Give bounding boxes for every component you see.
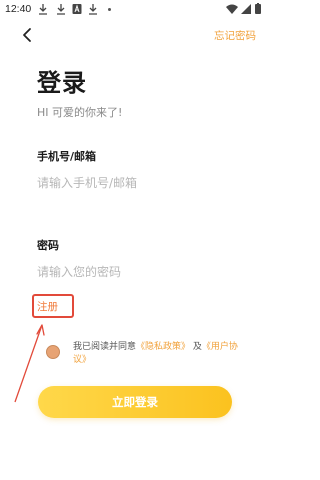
- status-time: 12:40: [5, 3, 32, 15]
- bottom-bar: [0, 474, 270, 480]
- page-subtitle: HI 可爱的你来了!: [37, 106, 123, 119]
- wifi-icon: [226, 4, 238, 14]
- signal-icon: [241, 4, 251, 14]
- back-button[interactable]: [18, 25, 38, 45]
- download-icon: [57, 4, 65, 15]
- agreement-text: 我已阅读并同意《隐私政策》 及《用户协议》: [73, 341, 243, 367]
- account-label: 手机号/邮箱: [37, 150, 97, 163]
- forgot-password-link[interactable]: 忘记密码: [214, 28, 256, 43]
- agreement-and: 及: [192, 342, 202, 352]
- a-icon: [72, 4, 82, 14]
- download-icon: [39, 4, 47, 15]
- agreement-radio[interactable]: [46, 345, 60, 359]
- status-right-icons: [226, 3, 261, 14]
- account-input[interactable]: [37, 172, 233, 194]
- dot-icon: [108, 8, 111, 11]
- register-link[interactable]: 注册: [37, 299, 58, 314]
- battery-icon: [255, 3, 261, 14]
- agreement-prefix: 我已阅读并同意: [73, 342, 137, 352]
- chevron-left-icon: [23, 28, 31, 42]
- password-label: 密码: [37, 239, 59, 252]
- privacy-policy-link[interactable]: 《隐私政策》: [136, 342, 190, 352]
- login-screen: 12:40 忘记密码 登录 HI 可爱的你来了! 手机号/邮箱 请输入手机号/邮…: [0, 0, 270, 480]
- download-icon: [89, 4, 97, 15]
- status-bar: 12:40: [0, 0, 270, 20]
- page-title: 登录: [37, 69, 87, 97]
- login-button[interactable]: 立即登录: [38, 386, 232, 418]
- password-input[interactable]: [37, 261, 233, 283]
